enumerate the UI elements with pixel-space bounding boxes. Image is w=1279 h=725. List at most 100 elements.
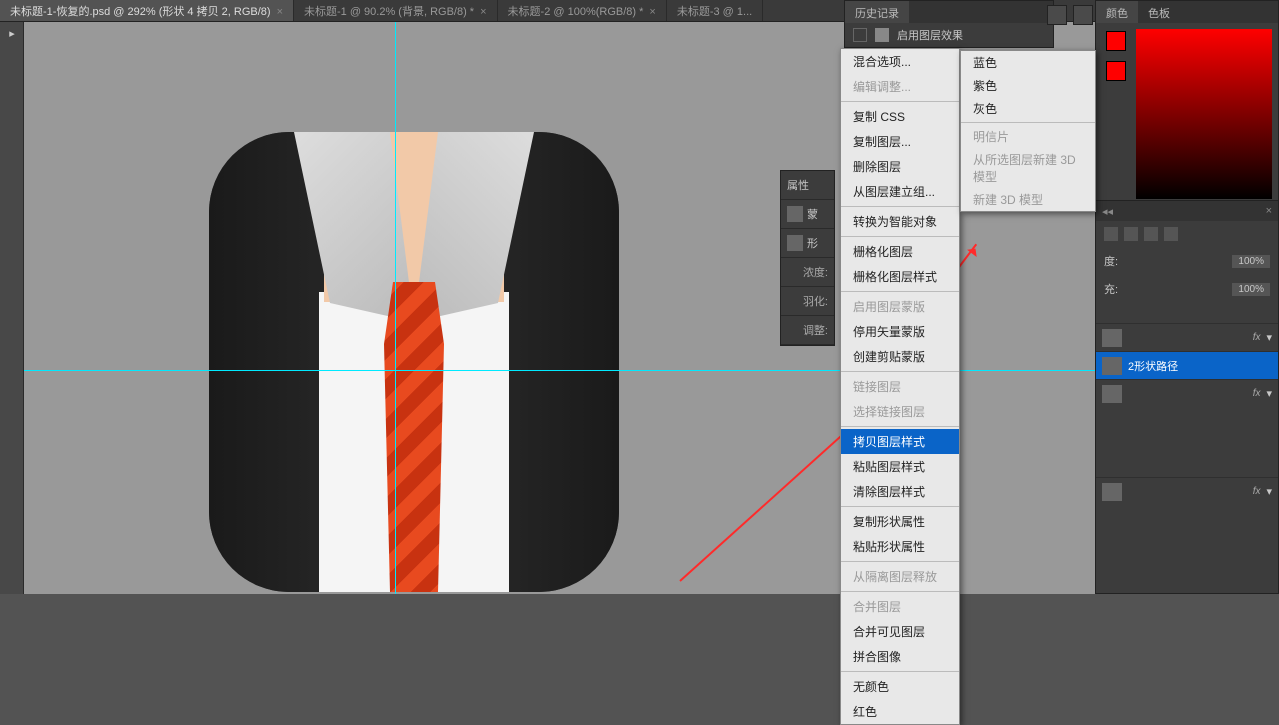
guide-vertical[interactable] (395, 22, 396, 594)
fx-icon[interactable]: fx (1253, 388, 1261, 399)
layer-thumb-icon (1102, 329, 1122, 347)
layer-row[interactable]: fx ▾ (1096, 477, 1278, 505)
tab-color[interactable]: 颜色 (1096, 1, 1138, 23)
menu-separator (841, 101, 959, 102)
menu-item: 选择链接图层 (841, 399, 959, 424)
menu-item[interactable]: 无颜色 (841, 674, 959, 699)
close-icon[interactable]: × (1266, 205, 1272, 217)
dock-icon[interactable] (1047, 5, 1067, 25)
color-picker[interactable] (1136, 29, 1272, 199)
tab-label: 未标题-1 @ 90.2% (背景, RGB/8) * (304, 6, 474, 18)
menu-item[interactable]: 粘贴形状属性 (841, 534, 959, 559)
fx-icon[interactable]: fx (1253, 332, 1261, 343)
chevron-down-icon[interactable]: ▾ (1266, 485, 1272, 498)
submenu-item: 明信片 (961, 125, 1095, 148)
tab-doc-3[interactable]: 未标题-2 @ 100%(RGB/8) *× (498, 0, 667, 21)
opacity-value[interactable]: 100% (1232, 255, 1270, 268)
background-swatch[interactable] (1106, 61, 1126, 81)
fx-icon[interactable]: fx (1253, 486, 1261, 497)
menu-item[interactable]: 停用矢量蒙版 (841, 319, 959, 344)
menu-separator (841, 591, 959, 592)
panel-title: 属性 (787, 177, 809, 193)
shape-icon (787, 235, 803, 251)
submenu-item[interactable]: 紫色 (961, 74, 1095, 97)
history-panel: 历史记录 启用图层效果 (844, 0, 1054, 48)
menu-item[interactable]: 混合选项... (841, 49, 959, 74)
menu-item[interactable]: 复制形状属性 (841, 509, 959, 534)
close-icon[interactable]: × (649, 6, 655, 18)
menu-separator (841, 561, 959, 562)
menu-item[interactable]: 红色 (841, 699, 959, 724)
layer-name: 2形状路径 (1128, 358, 1178, 374)
menu-item[interactable]: 栅格化图层 (841, 239, 959, 264)
mask-row[interactable]: 蒙 (781, 200, 834, 229)
shape-label: 形 (807, 235, 818, 251)
menu-item[interactable]: 从图层建立组... (841, 179, 959, 204)
menu-item[interactable]: 拷贝图层样式 (841, 429, 959, 454)
layer-thumb-icon (1102, 357, 1122, 375)
menu-item: 链接图层 (841, 374, 959, 399)
menu-item[interactable]: 拼合图像 (841, 644, 959, 669)
panel-icon[interactable] (1104, 227, 1118, 241)
tab-doc-1[interactable]: 未标题-1-恢复的.psd @ 292% (形状 4 拷贝 2, RGB/8)× (0, 0, 294, 21)
shape-row[interactable]: 形 (781, 229, 834, 258)
menu-separator (841, 206, 959, 207)
thumb-icon (875, 28, 889, 42)
menu-item[interactable]: 复制图层... (841, 129, 959, 154)
collapse-icon[interactable]: ◂◂ (1102, 205, 1113, 218)
panel-icon[interactable] (1164, 227, 1178, 241)
layers-panel: ◂◂ × 度: 100% 充: 100% fx ▾ 2形状路径 fx ▾ fx ▾ (1095, 200, 1279, 594)
tab-history[interactable]: 历史记录 (845, 1, 909, 23)
layer-row[interactable]: fx ▾ (1096, 323, 1278, 351)
tab-swatches[interactable]: 色板 (1138, 1, 1180, 23)
checkbox-icon[interactable] (853, 28, 867, 42)
menu-item[interactable]: 清除图层样式 (841, 479, 959, 504)
chevron-down-icon[interactable]: ▾ (1266, 331, 1272, 344)
menu-item: 从隔离图层释放 (841, 564, 959, 589)
dock-icon[interactable] (1073, 5, 1093, 25)
menu-separator (841, 671, 959, 672)
layer-thumb-icon (1102, 483, 1122, 501)
foreground-swatch[interactable] (1106, 31, 1126, 51)
properties-panel: 属性 蒙 形 浓度: 羽化: 调整: (780, 170, 835, 346)
menu-separator (841, 506, 959, 507)
menu-item[interactable]: 栅格化图层样式 (841, 264, 959, 289)
menu-separator (961, 122, 1095, 123)
layer-row[interactable]: fx ▾ (1096, 379, 1278, 407)
menu-item[interactable]: 复制 CSS (841, 104, 959, 129)
menu-item[interactable]: 创建剪贴蒙版 (841, 344, 959, 369)
opacity-label: 度: (1104, 253, 1118, 269)
menu-separator (841, 291, 959, 292)
close-icon[interactable]: × (480, 6, 486, 18)
menu-item[interactable]: 删除图层 (841, 154, 959, 179)
history-item[interactable]: 启用图层效果 (845, 23, 1053, 47)
icon-row (1096, 221, 1278, 247)
adjust-label: 调整: (787, 322, 828, 338)
feather-label: 羽化: (787, 293, 828, 309)
panel-dock-icons (1047, 5, 1093, 25)
context-submenu: 蓝色紫色灰色明信片从所选图层新建 3D 模型新建 3D 模型 (960, 50, 1096, 212)
menu-separator (841, 371, 959, 372)
fill-value[interactable]: 100% (1232, 283, 1270, 296)
menu-separator (841, 426, 959, 427)
guide-horizontal[interactable] (24, 370, 1279, 371)
tool-item[interactable]: ▸ (0, 22, 24, 46)
submenu-item[interactable]: 蓝色 (961, 51, 1095, 74)
tab-doc-4[interactable]: 未标题-3 @ 1... (667, 0, 763, 21)
panel-icon[interactable] (1144, 227, 1158, 241)
menu-item[interactable]: 转换为智能对象 (841, 209, 959, 234)
tab-doc-2[interactable]: 未标题-1 @ 90.2% (背景, RGB/8) * × (294, 0, 498, 21)
menu-separator (841, 236, 959, 237)
layer-row-selected[interactable]: 2形状路径 (1096, 351, 1278, 379)
panel-tab-properties[interactable]: 属性 (781, 171, 834, 200)
chevron-down-icon[interactable]: ▾ (1266, 387, 1272, 400)
fill-label: 充: (1104, 281, 1118, 297)
panel-icon[interactable] (1124, 227, 1138, 241)
density-label: 浓度: (787, 264, 828, 280)
submenu-item[interactable]: 灰色 (961, 97, 1095, 120)
menu-item[interactable]: 粘贴图层样式 (841, 454, 959, 479)
tab-label: 未标题-3 @ 1... (677, 6, 752, 18)
close-icon[interactable]: × (277, 6, 283, 18)
menu-item[interactable]: 合并可见图层 (841, 619, 959, 644)
color-panel: 颜色 色板 (1095, 0, 1279, 210)
